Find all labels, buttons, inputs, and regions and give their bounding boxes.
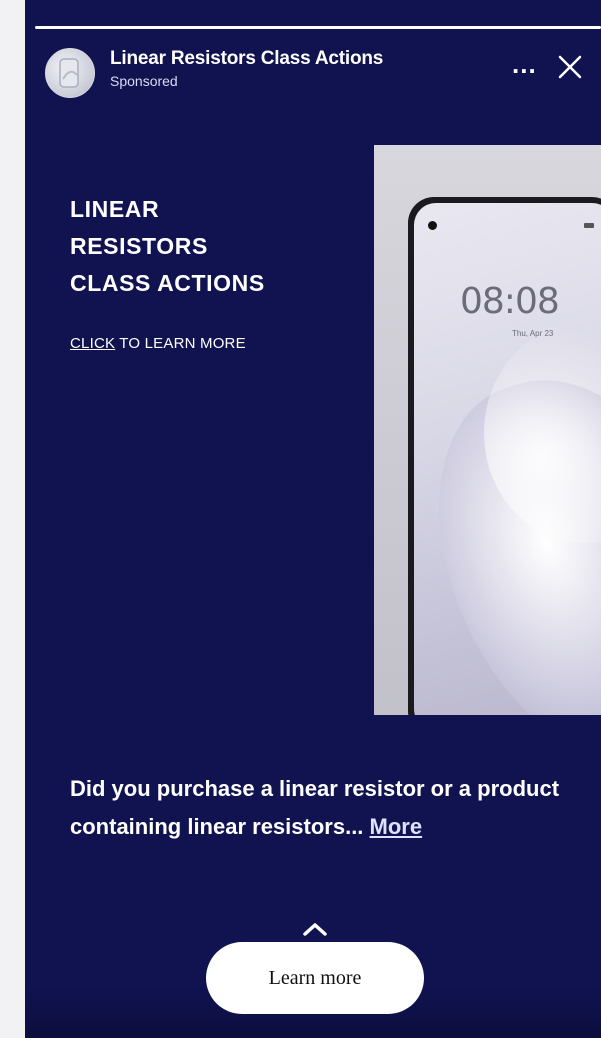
ad-creative[interactable]: LINEAR RESISTORS CLASS ACTIONS CLICK TO … — [25, 145, 601, 715]
headline-line-1: LINEAR — [70, 196, 160, 222]
chevron-up-icon[interactable] — [301, 920, 329, 938]
camera-icon — [428, 221, 437, 230]
phone-clock: 08:08 — [460, 281, 560, 322]
smartphone-illustration: 08:08 Thu, Apr 23 — [408, 197, 601, 715]
learn-more-button[interactable]: Learn more — [206, 942, 424, 1014]
phone-screen: 08:08 Thu, Apr 23 — [414, 203, 601, 715]
phone-date: Thu, Apr 23 — [512, 329, 554, 338]
headline-line-2: RESISTORS — [70, 233, 208, 259]
advertiser-name[interactable]: Linear Resistors Class Actions — [110, 48, 383, 70]
story-header: Linear Resistors Class Actions Sponsored… — [25, 40, 601, 100]
phone-image: 08:08 Thu, Apr 23 — [374, 145, 601, 715]
battery-icon — [584, 223, 594, 228]
learn-more-text: TO LEARN MORE — [115, 335, 246, 352]
ad-body-text: Did you purchase a linear resistor or a … — [70, 770, 590, 846]
story-progress-bar — [35, 26, 601, 29]
click-word: CLICK — [70, 335, 116, 352]
close-icon[interactable] — [557, 54, 583, 80]
sponsored-label: Sponsored — [110, 73, 178, 89]
more-options-button[interactable]: ... — [512, 51, 542, 77]
ad-description: Did you purchase a linear resistor or a … — [70, 776, 560, 839]
more-link[interactable]: More — [370, 814, 423, 839]
click-to-learn-more[interactable]: CLICK TO LEARN MORE — [70, 335, 246, 352]
headline-line-3: CLASS ACTIONS — [70, 270, 265, 296]
story-ad: Linear Resistors Class Actions Sponsored… — [25, 0, 601, 1038]
ad-headline: LINEAR RESISTORS CLASS ACTIONS — [70, 191, 265, 302]
advertiser-avatar[interactable] — [45, 48, 95, 98]
